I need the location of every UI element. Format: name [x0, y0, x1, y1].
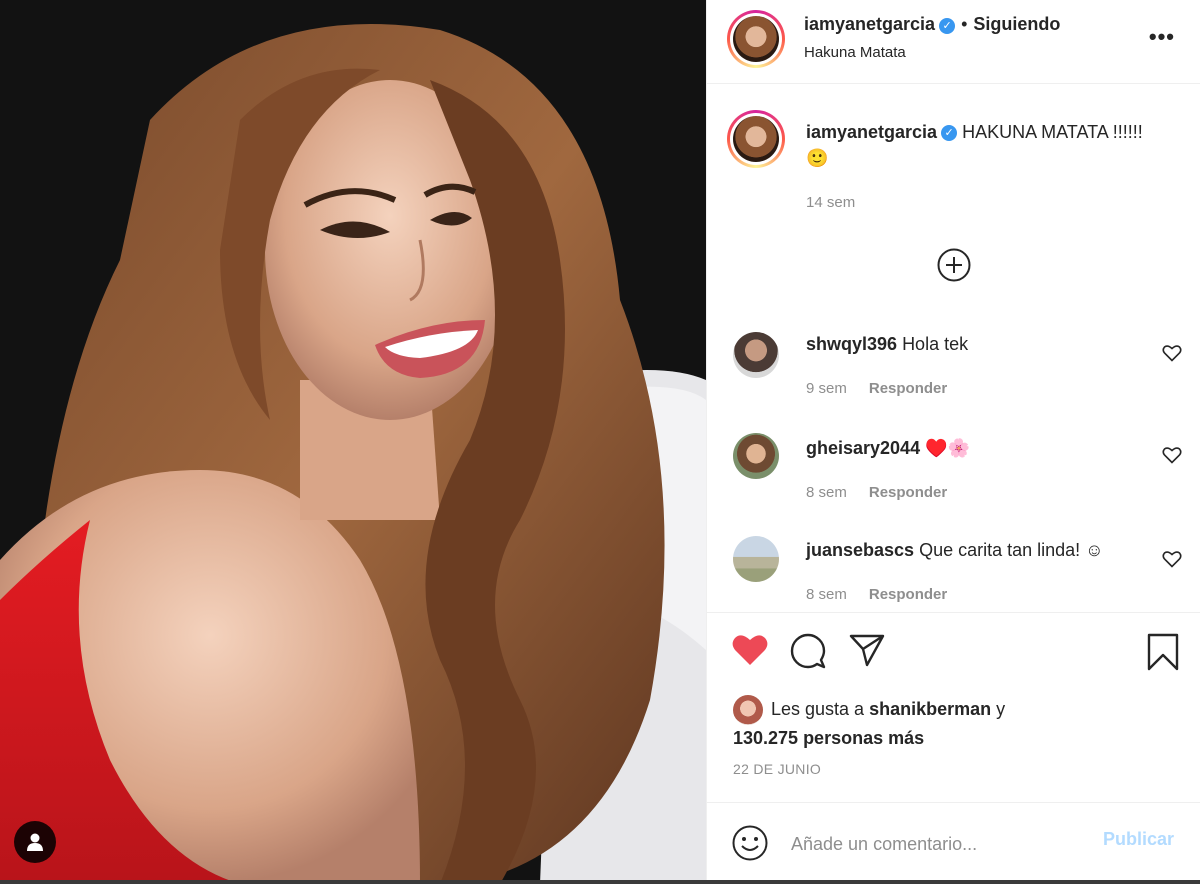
- post-header: iamyanetgarcia ✓ • Siguiendo Hakuna Matata …: [707, 0, 1200, 84]
- separator: •: [961, 14, 968, 34]
- comment-text: Que carita tan linda! ☺: [919, 540, 1104, 560]
- story-ring[interactable]: [727, 10, 785, 68]
- avatar[interactable]: [733, 332, 779, 378]
- comment-item: shwqyl396 Hola tek 9 sem Responder: [707, 324, 1200, 424]
- plus-circle-icon: [937, 248, 971, 282]
- post-actions: Les gusta a shanikberman y 130.275 perso…: [707, 612, 1200, 802]
- comment-composer: Publicar: [707, 802, 1200, 884]
- following-button[interactable]: Siguiendo: [973, 14, 1060, 34]
- header-username[interactable]: iamyanetgarcia: [804, 14, 935, 34]
- comment-icon[interactable]: [790, 633, 826, 669]
- verified-badge-icon: ✓: [939, 17, 956, 34]
- like-comment-heart-icon[interactable]: [1162, 550, 1182, 568]
- verified-badge-icon: ✓: [941, 125, 958, 142]
- post-photo[interactable]: [0, 0, 706, 884]
- user-tag-button[interactable]: [14, 821, 56, 863]
- caption-avatar-ring[interactable]: [727, 110, 785, 168]
- location-link[interactable]: Hakuna Matata: [804, 44, 906, 61]
- heart-filled-icon[interactable]: [731, 633, 769, 667]
- comment-time[interactable]: 8 sem: [806, 484, 847, 501]
- avatar[interactable]: [733, 536, 779, 582]
- comment-username[interactable]: shwqyl396: [806, 334, 897, 354]
- likes-prefix: Les gusta a: [771, 698, 865, 719]
- post-details-panel: iamyanetgarcia ✓ • Siguiendo Hakuna Matata …: [706, 0, 1200, 884]
- like-comment-heart-icon[interactable]: [1162, 446, 1182, 464]
- reply-button[interactable]: Responder: [869, 586, 947, 603]
- comment-time[interactable]: 8 sem: [806, 586, 847, 603]
- caption-time[interactable]: 14 sem: [806, 194, 855, 211]
- emoji-icon[interactable]: [731, 824, 769, 862]
- reply-button[interactable]: Responder: [869, 484, 947, 501]
- paper-plane-icon[interactable]: [849, 633, 885, 667]
- comment-text: Hola tek: [902, 334, 969, 354]
- likes-count-link[interactable]: 130.275 personas más: [733, 728, 924, 748]
- publish-button[interactable]: Publicar: [1103, 829, 1174, 850]
- avatar[interactable]: [733, 695, 763, 725]
- avatar: [733, 16, 779, 62]
- comment-item: gheisary2044 ♥️🌸 8 sem Responder: [707, 428, 1200, 528]
- avatar: [733, 116, 779, 162]
- comment-input[interactable]: [791, 829, 1091, 859]
- user-tag-icon: [27, 833, 43, 851]
- post-date[interactable]: 22 DE JUNIO: [733, 761, 821, 777]
- load-more-comments-button[interactable]: [937, 248, 971, 282]
- comment-username[interactable]: gheisary2044: [806, 438, 920, 458]
- reply-button[interactable]: Responder: [869, 380, 947, 397]
- comment-username[interactable]: juansebascs: [806, 540, 914, 560]
- likes-summary: Les gusta a shanikberman y 130.275 perso…: [733, 695, 1005, 752]
- comment-time[interactable]: 9 sem: [806, 380, 847, 397]
- bookmark-icon[interactable]: [1147, 633, 1179, 671]
- more-options-button[interactable]: •••: [1149, 24, 1175, 50]
- comment-text: ♥️🌸: [925, 438, 970, 458]
- page-bottom-edge: [0, 880, 1200, 884]
- portrait-image: [0, 0, 706, 884]
- caption-username[interactable]: iamyanetgarcia: [806, 122, 937, 142]
- avatar[interactable]: [733, 433, 779, 479]
- liker-username[interactable]: shanikberman: [869, 699, 991, 719]
- likes-joiner: y: [996, 698, 1006, 719]
- like-comment-heart-icon[interactable]: [1162, 344, 1182, 362]
